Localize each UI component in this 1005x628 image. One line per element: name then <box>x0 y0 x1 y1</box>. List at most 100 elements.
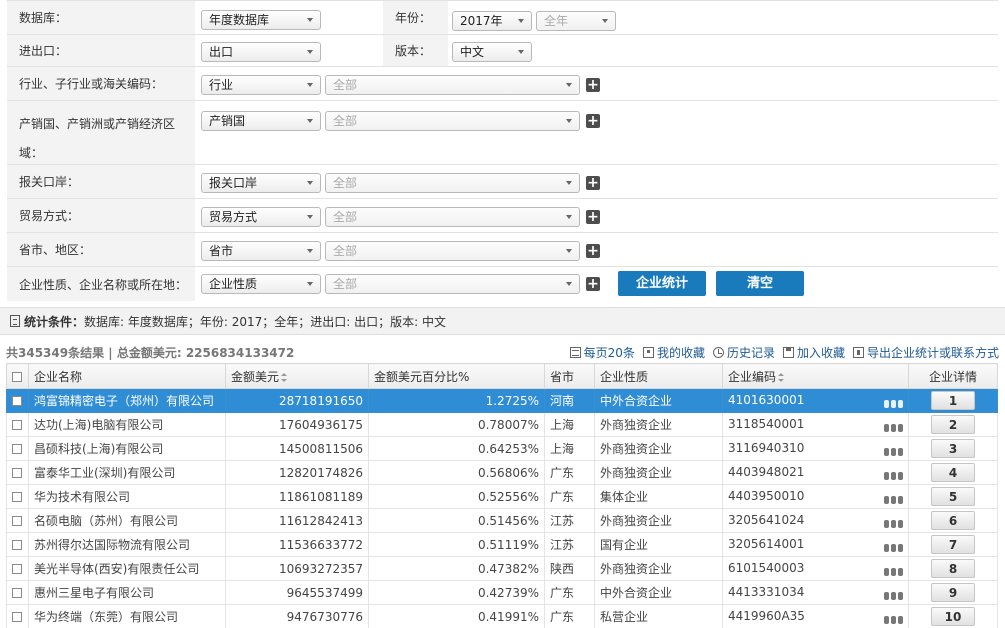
add-origin-plus-icon[interactable]: + <box>586 114 600 128</box>
phone-icon[interactable] <box>898 424 903 432</box>
trademode-type-select[interactable]: 贸易方式 <box>201 207 321 227</box>
clear-button[interactable]: 清空 <box>716 271 804 296</box>
company-name[interactable]: 名硕电脑（苏州）有限公司 <box>28 508 226 533</box>
contact-icons[interactable] <box>884 592 903 600</box>
person-icon[interactable] <box>884 400 889 408</box>
origin-type-select[interactable]: 产销国 <box>201 111 321 131</box>
person-icon[interactable] <box>884 472 889 480</box>
location-icon[interactable] <box>891 424 896 432</box>
person-icon[interactable] <box>884 496 889 504</box>
sort-icon[interactable] <box>778 372 785 382</box>
history-link[interactable]: 历史记录 <box>712 344 775 361</box>
contact-icons[interactable] <box>884 520 903 528</box>
detail-button[interactable]: 3 <box>931 439 975 458</box>
detail-button[interactable]: 4 <box>931 463 975 482</box>
my-favorites-link[interactable]: 我的收藏 <box>642 344 705 361</box>
location-icon[interactable] <box>891 520 896 528</box>
add-favorite-link[interactable]: 加入收藏 <box>782 344 845 361</box>
table-row[interactable]: 惠州三星电子有限公司 9645537499 0.42739% 广东 中外合资企业 4413… <box>6 580 998 605</box>
location-icon[interactable] <box>891 472 896 480</box>
detail-button[interactable]: 7 <box>931 535 975 554</box>
checkbox[interactable] <box>12 420 22 430</box>
person-icon[interactable] <box>884 592 889 600</box>
location-icon[interactable] <box>891 568 896 576</box>
sort-icon[interactable] <box>281 372 288 382</box>
origin-select[interactable]: 全部 <box>325 111 580 131</box>
trade-select[interactable]: 出口 <box>201 42 321 62</box>
phone-icon[interactable] <box>898 400 903 408</box>
table-row[interactable]: 名硕电脑（苏州）有限公司 11612842413 0.51456% 江苏 外商独资企业 3… <box>6 508 998 533</box>
add-region-plus-icon[interactable]: + <box>586 244 600 258</box>
row-checkbox-cell[interactable] <box>6 556 29 581</box>
table-row[interactable]: 昌硕科技(上海)有限公司 14500811506 0.64253% 上海 外商独资企业 3… <box>6 436 998 461</box>
location-icon[interactable] <box>891 592 896 600</box>
company-name[interactable]: 达功(上海)电脑有限公司 <box>28 412 226 437</box>
contact-icons[interactable] <box>884 424 903 432</box>
phone-icon[interactable] <box>898 520 903 528</box>
checkbox[interactable] <box>12 612 22 622</box>
row-checkbox-cell[interactable] <box>6 508 29 533</box>
phone-icon[interactable] <box>898 568 903 576</box>
version-select[interactable]: 中文 <box>452 42 532 62</box>
person-icon[interactable] <box>884 616 889 624</box>
row-checkbox-cell[interactable] <box>6 484 29 509</box>
add-company-plus-icon[interactable]: + <box>586 277 600 291</box>
checkbox[interactable] <box>12 564 22 574</box>
table-row[interactable]: 鸿富锦精密电子（郑州）有限公司 28718191650 1.2725% 河南 中外合资企… <box>6 388 998 413</box>
company-select[interactable]: 全部 <box>325 274 580 294</box>
table-row[interactable]: 华为终端（东莞）有限公司 9476730776 0.41991% 广东 私营企业 4419… <box>6 604 998 628</box>
table-row[interactable]: 美光半导体(西安)有限责任公司 10693272357 0.47382% 陕西 外商独资… <box>6 556 998 581</box>
phone-icon[interactable] <box>898 496 903 504</box>
person-icon[interactable] <box>884 448 889 456</box>
detail-button[interactable]: 10 <box>931 607 975 626</box>
person-icon[interactable] <box>884 568 889 576</box>
contact-icons[interactable] <box>884 448 903 456</box>
location-icon[interactable] <box>891 448 896 456</box>
location-icon[interactable] <box>891 496 896 504</box>
checkbox[interactable] <box>12 396 22 406</box>
phone-icon[interactable] <box>898 592 903 600</box>
trademode-select[interactable]: 全部 <box>325 207 580 227</box>
table-row[interactable]: 富泰华工业(深圳)有限公司 12820174826 0.56806% 广东 外商独资企业… <box>6 460 998 485</box>
year-select[interactable]: 2017年 <box>452 11 532 31</box>
detail-button[interactable]: 1 <box>931 391 975 410</box>
checkbox[interactable] <box>12 492 22 502</box>
contact-icons[interactable] <box>884 616 903 624</box>
location-icon[interactable] <box>891 616 896 624</box>
person-icon[interactable] <box>884 544 889 552</box>
detail-button[interactable]: 5 <box>931 487 975 506</box>
industry-type-select[interactable]: 行业 <box>201 75 321 95</box>
checkbox[interactable] <box>12 588 22 598</box>
port-type-select[interactable]: 报关口岸 <box>201 173 321 193</box>
region-type-select[interactable]: 省市 <box>201 241 321 261</box>
add-industry-plus-icon[interactable]: + <box>586 78 600 92</box>
contact-icons[interactable] <box>884 400 903 408</box>
port-select[interactable]: 全部 <box>325 173 580 193</box>
company-name[interactable]: 华为终端（东莞）有限公司 <box>28 604 226 628</box>
region-select[interactable]: 全部 <box>325 241 580 261</box>
database-select[interactable]: 年度数据库 <box>201 10 321 30</box>
person-icon[interactable] <box>884 520 889 528</box>
checkbox[interactable] <box>12 444 22 454</box>
checkbox[interactable] <box>12 516 22 526</box>
add-trademode-plus-icon[interactable]: + <box>586 210 600 224</box>
company-name[interactable]: 苏州得尔达国际物流有限公司 <box>28 532 226 557</box>
location-icon[interactable] <box>891 544 896 552</box>
contact-icons[interactable] <box>884 568 903 576</box>
checkbox[interactable] <box>12 540 22 550</box>
checkbox[interactable] <box>12 468 22 478</box>
company-stat-button[interactable]: 企业统计 <box>618 271 706 296</box>
contact-icons[interactable] <box>884 496 903 504</box>
person-icon[interactable] <box>884 424 889 432</box>
contact-icons[interactable] <box>884 544 903 552</box>
detail-button[interactable]: 8 <box>931 559 975 578</box>
phone-icon[interactable] <box>898 616 903 624</box>
per-page-button[interactable]: 每页20条 <box>569 344 635 361</box>
detail-button[interactable]: 9 <box>931 583 975 602</box>
company-name[interactable]: 鸿富锦精密电子（郑州）有限公司 <box>28 388 226 413</box>
company-name[interactable]: 华为技术有限公司 <box>28 484 226 509</box>
row-checkbox-cell[interactable] <box>6 436 29 461</box>
period-select[interactable]: 全年 <box>536 11 616 31</box>
detail-button[interactable]: 6 <box>931 511 975 530</box>
company-name[interactable]: 惠州三星电子有限公司 <box>28 580 226 605</box>
